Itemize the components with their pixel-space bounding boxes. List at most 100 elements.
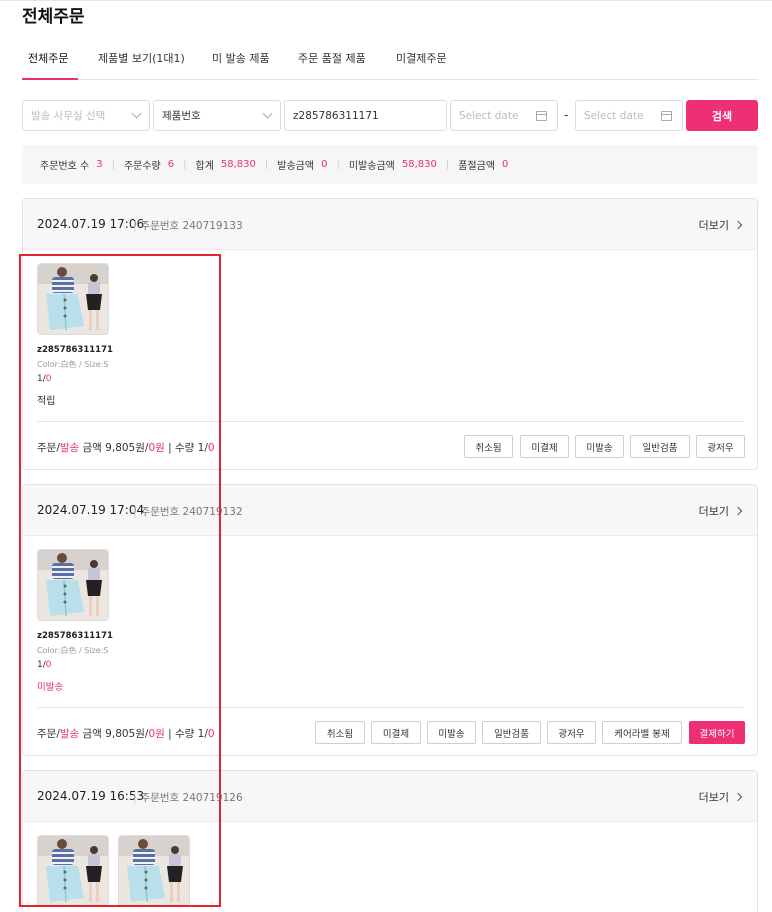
qty-shipped: 0 [45,374,52,384]
more-link-label: 더보기 [698,791,729,804]
order-card: 2024.07.19 16:53 | 주문번호 240719126 더보기 [22,770,758,912]
product-code: z285786311171 [37,631,113,641]
footer-text: 금액 9,805원/ [79,442,149,454]
page-title: 전체주문 [22,7,85,27]
order-number-value: 주문번호 240719126 [140,792,243,804]
end-date-picker[interactable]: Select date [575,100,683,131]
search-type-value: 제품번호 [162,110,201,122]
start-date-picker[interactable]: Select date [450,100,558,131]
order-number: | 주문번호 240719126 [133,792,243,804]
more-link[interactable]: 더보기 [698,789,743,805]
guangzhou-button[interactable]: 광저우 [696,435,745,458]
footer-text: 주문/ [37,728,60,740]
office-select[interactable]: 발송 사무실 선택 [22,100,150,131]
unshipped-button[interactable]: 미발송 [427,721,476,744]
summary-label: 미발송금액 [348,161,395,172]
summary-value: 0 [502,159,509,170]
tab-unpaid[interactable]: 미결제주문 [396,50,447,66]
calendar-icon [661,111,672,121]
order-date: 2024.07.19 16:53 [37,789,145,803]
unpaid-button[interactable]: 미결제 [371,721,421,744]
chevron-down-icon [131,108,142,119]
top-divider [0,0,772,1]
footer-text: 0원 [148,442,165,454]
product-thumbnail[interactable] [37,263,109,335]
product-status: 미발송 [37,682,64,693]
footer-text: 금액 9,805원/ [79,728,149,740]
order-number-value: 주문번호 240719133 [140,220,243,232]
search-button[interactable]: 검색 [686,100,758,131]
summary-bar: 주문번호 수 3 | 주문수량 6 | 합계 58,830 | 발송금액 0 | 미발송금액 58… [22,145,758,184]
cancelled-button[interactable]: 취소됨 [315,721,365,744]
end-date-placeholder: Select date [584,109,644,122]
order-date: 2024.07.19 17:04 [37,503,145,517]
chevron-down-icon [262,108,273,119]
summary-value: 3 [96,159,103,170]
order-header: 2024.07.19 16:53 | 주문번호 240719126 더보기 [23,771,757,822]
order-header: 2024.07.19 17:04 | 주문번호 240719132 더보기 [23,485,757,536]
unshipped-button[interactable]: 미발송 [575,435,624,458]
summary-label: 주문번호 수 [40,161,90,172]
start-date-placeholder: Select date [459,109,519,122]
more-link-label: 더보기 [698,219,729,232]
tab-sold-out[interactable]: 주문 품절 제품 [298,50,366,66]
more-link-label: 더보기 [698,505,729,518]
footer-text: | 수량 1/ [164,728,208,740]
tab-unshipped[interactable]: 미 발송 제품 [212,50,270,66]
order-footer-summary: 주문/발송 금액 9,805원/0원 | 수량 1/0 [37,440,215,455]
summary-label: 주문수량 [123,161,161,172]
unpaid-button[interactable]: 미결제 [520,435,569,458]
order-date: 2024.07.19 17:06 [37,217,145,231]
general-inspection-button[interactable]: 일반검품 [630,435,690,458]
order-number: | 주문번호 240719133 [133,220,243,232]
product-thumbnail[interactable] [37,835,109,907]
keyword-input[interactable]: z285786311171 [284,100,447,131]
summary-label: 발송금액 [277,161,315,172]
summary-label: 합계 [195,161,214,172]
qty-shipped: 0 [45,660,52,670]
footer-text: 주문/ [37,442,60,454]
tab-all-orders[interactable]: 전체주문 [28,50,68,66]
qty-ordered: 1/ [37,660,46,670]
footer-text: 발송 [59,728,80,740]
active-tab-indicator [22,78,78,80]
product-quantity: 1/0 [37,660,52,670]
general-inspection-button[interactable]: 일반검품 [482,721,541,744]
more-link[interactable]: 더보기 [698,503,743,519]
product-option: Color:白色 / Size:S [37,646,109,655]
cancelled-button[interactable]: 취소됨 [464,435,513,458]
summary-label: 품절금액 [458,161,496,172]
order-number: | 주문번호 240719132 [133,506,243,518]
footer-text: 0 [207,728,215,740]
search-type-select[interactable]: 제품번호 [153,100,281,131]
card-divider [37,707,743,708]
footer-text: | 수량 1/ [164,442,208,454]
order-header: 2024.07.19 17:06 | 주문번호 240719133 더보기 [23,199,757,250]
pay-button[interactable]: 결제하기 [689,721,745,744]
order-card: 2024.07.19 17:04 | 주문번호 240719132 더보기 z28… [22,484,758,756]
guangzhou-button[interactable]: 광저우 [547,721,596,744]
footer-text: 0 [207,442,215,454]
chevron-right-icon [733,506,743,516]
keyword-input-value: z285786311171 [293,109,379,122]
summary-value: 58,830 [220,159,256,170]
card-divider [37,421,743,422]
product-code: z285786311171 [37,345,113,355]
chevron-right-icon [733,220,743,230]
chevron-right-icon [733,792,743,802]
summary-value: 6 [167,159,175,170]
order-footer-summary: 주문/발송 금액 9,805원/0원 | 수량 1/0 [37,726,215,741]
product-thumbnail[interactable] [37,549,109,621]
more-link[interactable]: 더보기 [698,217,743,233]
order-card: 2024.07.19 17:06 | 주문번호 240719133 더보기 z28… [22,198,758,470]
tab-by-product[interactable]: 제품별 보기(1대1) [98,50,185,66]
product-thumbnail[interactable] [118,835,190,907]
product-quantity: 1/0 [37,374,52,384]
calendar-icon [536,111,547,121]
date-range-separator: - [564,108,569,122]
footer-text: 0원 [148,728,165,740]
summary-value: 58,830 [401,159,437,170]
product-option: Color:白色 / Size:S [37,360,109,369]
care-label-sewing-button[interactable]: 케어라벨 봉제 [602,721,682,744]
footer-text: 발송 [59,442,80,454]
